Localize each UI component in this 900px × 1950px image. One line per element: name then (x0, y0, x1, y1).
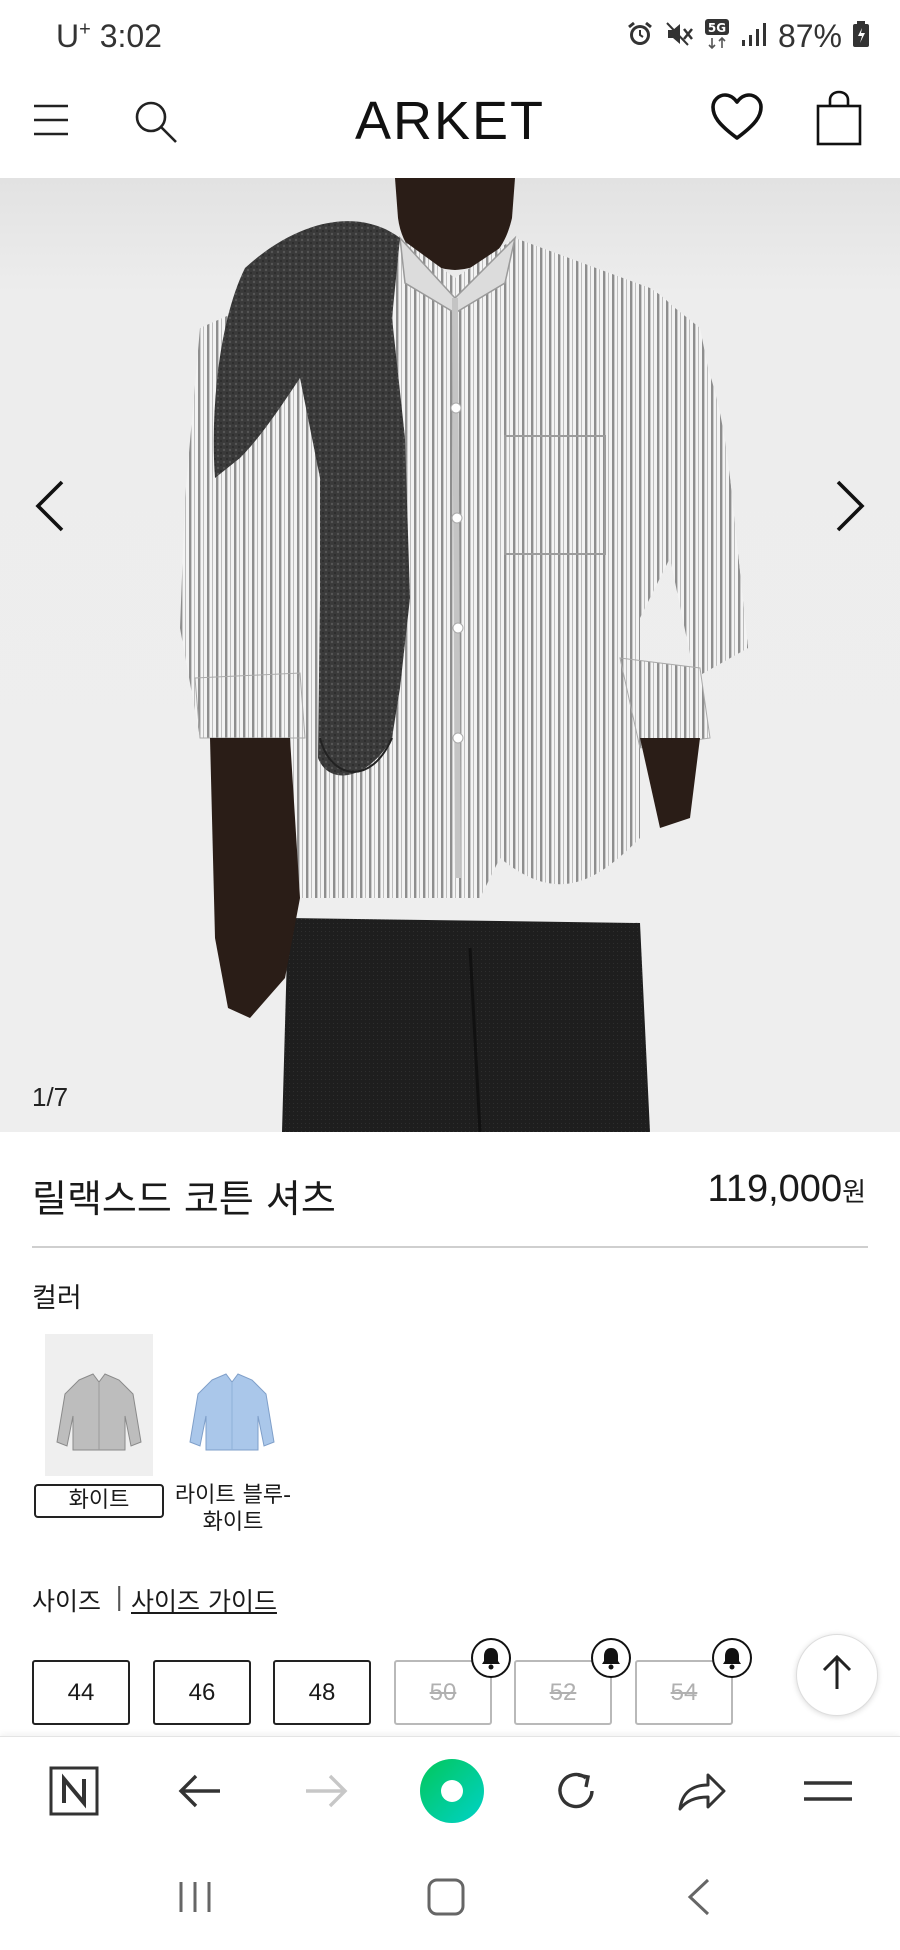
signal-icon (740, 20, 768, 52)
color-label: 컬러 (32, 1283, 82, 1314)
size-button-46[interactable]: 46 (153, 1660, 251, 1725)
refresh-icon[interactable] (536, 1737, 616, 1845)
forward-arrow-icon[interactable] (286, 1737, 366, 1845)
carrier-sup: + (79, 18, 91, 41)
status-bar: U+ 3:02 5G 87% (0, 0, 900, 76)
clock: 3:02 (99, 18, 162, 54)
color-option-label-line1: 라이트 블루- (174, 1483, 292, 1508)
size-button-44[interactable]: 44 (32, 1660, 130, 1725)
hamburger-icon[interactable] (788, 1737, 868, 1845)
image-counter: 1/7 (32, 1082, 69, 1112)
carrier-name: U (56, 18, 80, 54)
price-unit: 원 (842, 1177, 866, 1207)
divider (32, 1246, 868, 1248)
arrow-up-icon (819, 1653, 855, 1697)
chevron-left-icon[interactable] (30, 476, 70, 540)
notify-bell-icon[interactable] (712, 1638, 752, 1678)
chevron-right-icon[interactable] (830, 476, 870, 540)
color-swatch-light-blue[interactable] (178, 1334, 286, 1476)
recents-icon[interactable] (150, 1844, 240, 1950)
color-option-label-line2: 화이트 (202, 1510, 264, 1535)
bag-icon[interactable] (816, 90, 862, 150)
brand-logo[interactable]: ARKET (0, 90, 900, 152)
size-guide-link[interactable]: 사이즈 가이드 (131, 1582, 277, 1618)
color-option-label[interactable]: 라이트 블루- 화이트 (166, 1482, 300, 1536)
share-icon[interactable] (662, 1737, 742, 1845)
notify-bell-icon[interactable] (471, 1638, 511, 1678)
shirt-thumbnail-gray (56, 1373, 142, 1451)
product-image-gallery[interactable]: 1/7 (0, 178, 900, 1132)
battery-icon (852, 20, 870, 52)
back-arrow-icon[interactable] (160, 1737, 240, 1845)
browser-toolbar (0, 1736, 900, 1844)
size-button-48[interactable]: 48 (273, 1660, 371, 1725)
green-dot-icon[interactable] (412, 1737, 492, 1845)
notify-bell-icon[interactable] (591, 1638, 631, 1678)
back-icon[interactable] (654, 1844, 744, 1950)
size-separator: | (115, 1582, 124, 1611)
battery-percent: 87% (777, 17, 842, 54)
carrier-time: U+ 3:02 (56, 18, 162, 55)
alarm-icon (626, 20, 654, 52)
size-label: 사이즈 (32, 1587, 102, 1616)
product-price: 119,000원 (708, 1168, 866, 1211)
svg-text:5G: 5G (708, 21, 726, 35)
price-value: 119,000 (707, 1168, 843, 1210)
status-icons: 5G 87% (626, 16, 870, 56)
product-photo (0, 178, 900, 1132)
scroll-to-top-button[interactable] (796, 1634, 878, 1716)
product-title: 릴랙스드 코튼 셔츠 (32, 1177, 336, 1221)
naver-icon[interactable] (34, 1737, 114, 1845)
color-swatch-white[interactable] (45, 1334, 153, 1476)
mute-icon (664, 20, 694, 52)
color-option-label-selected[interactable]: 화이트 (34, 1484, 164, 1518)
home-icon[interactable] (401, 1844, 491, 1950)
system-navigation-bar (0, 1844, 900, 1950)
heart-icon[interactable] (710, 92, 764, 148)
5g-icon: 5G (704, 18, 730, 54)
site-header: ARKET (0, 76, 900, 178)
shirt-thumbnail-blue (189, 1373, 275, 1451)
